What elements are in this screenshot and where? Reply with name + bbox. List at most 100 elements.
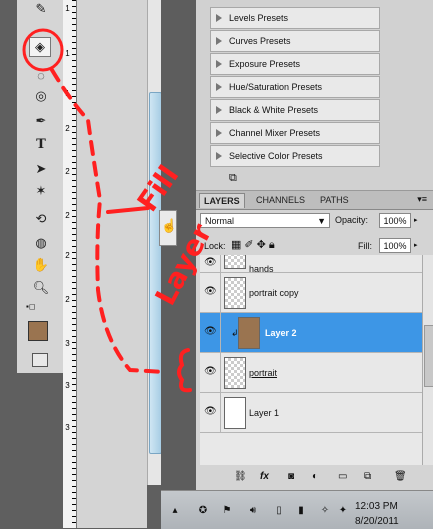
ruler-number: 1: [65, 4, 70, 13]
blur-icon[interactable]: ◎: [31, 87, 51, 105]
link-layers-icon[interactable]: ⛓: [234, 471, 247, 482]
foreground-color-swatch[interactable]: [28, 321, 48, 341]
shape-icon[interactable]: ✶: [31, 182, 51, 200]
3d-rotate-icon[interactable]: ⟲: [31, 210, 51, 228]
eye-icon: 👁︎: [204, 257, 217, 268]
expand-triangle-icon: [216, 106, 222, 114]
fill-field[interactable]: 100%: [379, 238, 411, 253]
ruler-number: 2: [65, 251, 70, 260]
layer-thumbnail: [224, 255, 246, 269]
layer-name: Layer 2: [265, 328, 297, 338]
dropbox-sync-icon[interactable]: ✦: [337, 505, 349, 517]
layer-row-portrait[interactable]: 👁︎ portrait: [200, 353, 422, 393]
panel-tabs: LAYERS CHANNELS PATHS ▾≡: [196, 191, 433, 210]
trash-icon[interactable]: 🗑︎: [394, 471, 407, 482]
layer-row-hands[interactable]: 👁︎ hands: [200, 255, 422, 274]
expand-triangle-icon: [216, 60, 222, 68]
tab-layers[interactable]: LAYERS: [199, 193, 245, 208]
flag-icon[interactable]: ⚑: [221, 505, 233, 517]
layer-row-portrait-copy[interactable]: 👁︎ portrait copy: [200, 273, 422, 313]
preset-list: Levels Presets Curves Presets Exposure P…: [210, 7, 380, 168]
ruler-number: 2: [65, 295, 70, 304]
new-layer-icon[interactable]: ⧉: [364, 471, 371, 482]
visibility-toggle[interactable]: 👁︎: [200, 273, 221, 312]
layer-thumbnail: [224, 357, 246, 389]
visibility-toggle[interactable]: 👁︎: [200, 393, 221, 432]
zoom-icon[interactable]: 🔍︎: [31, 279, 51, 297]
ruler-number: 1: [65, 49, 70, 58]
opacity-slider-arrow-icon[interactable]: ▸: [414, 213, 422, 228]
preset-label: Black & White Presets: [229, 105, 319, 115]
preset-item-exposure[interactable]: Exposure Presets: [210, 53, 380, 75]
preset-label: Channel Mixer Presets: [229, 128, 321, 138]
preset-label: Selective Color Presets: [229, 151, 323, 161]
dropbox-icon[interactable]: ✧: [319, 505, 331, 517]
layer-row-layer-2[interactable]: 👁︎ ↲ Layer 2: [200, 313, 422, 353]
ruler-number: 2: [65, 124, 70, 133]
eye-icon: 👁︎: [204, 366, 217, 377]
tab-paths[interactable]: PATHS: [316, 193, 353, 207]
preset-label: Exposure Presets: [229, 59, 301, 69]
layer-list: 👁︎ hands 👁︎ portrait copy 👁︎ ↲ Layer 2 👁…: [200, 255, 422, 465]
visibility-toggle[interactable]: 👁︎: [200, 313, 221, 352]
lock-image-icon[interactable]: ✐: [244, 239, 256, 251]
ruler-number: 1: [65, 89, 70, 98]
pen-icon[interactable]: ✒: [31, 112, 51, 130]
clock-time[interactable]: 12:03 PM: [355, 501, 398, 512]
volume-icon[interactable]: 🔊︎: [247, 505, 259, 517]
default-colors-icon[interactable]: ▪◻: [26, 302, 35, 311]
panel-menu-icon[interactable]: ▾≡: [417, 194, 427, 205]
norton-icon[interactable]: ✪: [197, 505, 209, 517]
expand-triangle-icon: [216, 37, 222, 45]
preset-item-selective-color[interactable]: Selective Color Presets: [210, 145, 380, 167]
expand-triangle-icon: [216, 152, 222, 160]
expand-triangle-icon: [216, 83, 222, 91]
visibility-toggle[interactable]: 👁︎: [200, 353, 221, 392]
eye-icon: 👁︎: [204, 286, 217, 297]
quick-mask-icon[interactable]: [32, 353, 48, 367]
show-hidden-icons-icon[interactable]: ▴: [169, 505, 181, 517]
add-mask-icon[interactable]: ◙: [288, 471, 294, 482]
adjustment-layer-icon[interactable]: ◐: [312, 471, 318, 482]
path-select-icon[interactable]: ➤: [31, 160, 51, 178]
preset-item-levels[interactable]: Levels Presets: [210, 7, 380, 29]
layer-name: portrait: [249, 368, 278, 378]
preset-label: Hue/Saturation Presets: [229, 82, 323, 92]
battery-icon[interactable]: ▯: [273, 505, 285, 517]
layers-panel: LAYERS CHANNELS PATHS ▾≡ Normal ▼ Opacit…: [196, 190, 433, 491]
paint-bucket-icon[interactable]: ◈: [29, 37, 51, 57]
3d-orbit-icon[interactable]: ◍: [31, 234, 51, 252]
tab-channels[interactable]: CHANNELS: [252, 193, 309, 207]
vertical-ruler: 1 1 1 2 2 2 2 2 3 3 3: [63, 0, 77, 528]
network-icon[interactable]: ▮: [295, 505, 307, 517]
layers-footer: ⛓ fx ◙ ◐ ▭ ⧉ 🗑︎: [196, 469, 433, 487]
magic-wand-icon[interactable]: ✎: [31, 0, 51, 18]
document-canvas[interactable]: [77, 0, 147, 528]
preset-label: Curves Presets: [229, 36, 291, 46]
cursor-icon: ☝: [161, 218, 178, 233]
lock-transparent-icon[interactable]: ▦: [231, 239, 244, 251]
blend-mode-select[interactable]: Normal ▼: [200, 213, 330, 228]
ruler-number: 2: [65, 167, 70, 176]
new-group-icon[interactable]: ▭: [338, 471, 347, 482]
opacity-field[interactable]: 100%: [379, 213, 411, 228]
clock-date[interactable]: 8/20/2011: [355, 516, 399, 527]
type-icon[interactable]: T: [31, 135, 51, 153]
layers-scroll-thumb[interactable]: [424, 325, 433, 387]
preset-item-black-white[interactable]: Black & White Presets: [210, 99, 380, 121]
clip-to-layer-icon[interactable]: ⧉: [229, 172, 237, 185]
lock-all-icon[interactable]: 🔒︎: [269, 239, 278, 251]
layers-scrollbar[interactable]: [422, 255, 433, 465]
ruler-number: 3: [65, 423, 70, 432]
preset-item-hue-saturation[interactable]: Hue/Saturation Presets: [210, 76, 380, 98]
fill-slider-arrow-icon[interactable]: ▸: [414, 238, 422, 253]
lock-position-icon[interactable]: ✥: [257, 239, 269, 251]
fx-icon[interactable]: fx: [260, 471, 269, 482]
hand-icon[interactable]: ✋: [31, 256, 51, 274]
eraser-icon[interactable]: ◌: [31, 66, 51, 84]
layer-row-layer-1[interactable]: 👁︎ Layer 1: [200, 393, 422, 433]
layer-name: portrait copy: [249, 288, 299, 298]
preset-item-channel-mixer[interactable]: Channel Mixer Presets: [210, 122, 380, 144]
tools-panel: ✎ ◈ ◌ ◎ ✒ T ➤ ✶ ⟲ ◍ ✋ 🔍︎ ▪◻: [17, 0, 64, 373]
preset-item-curves[interactable]: Curves Presets: [210, 30, 380, 52]
